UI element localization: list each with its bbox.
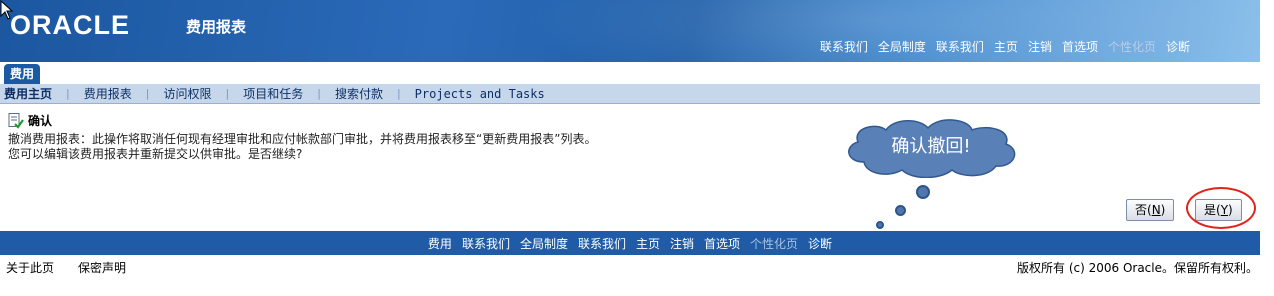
- global-nav-contact-us[interactable]: 联系我们: [820, 38, 868, 55]
- subnav-expenses-home[interactable]: 费用主页: [4, 85, 52, 102]
- sub-navigation: 费用主页 | 费用报表 | 访问权限 | 项目和任务 | 搜索付款 | Proj…: [0, 84, 1260, 104]
- subnav-separator: |: [225, 87, 230, 100]
- subnav-separator: |: [66, 87, 70, 100]
- confirmation-text: 撤消费用报表：此操作将取消任何现有经理审批和应付帐款部门审批，并将费用报表移至“…: [8, 132, 597, 161]
- confirmation-check-icon: [8, 112, 24, 129]
- footer-links: 关于此页 保密声明: [6, 259, 126, 276]
- no-button-close: ): [1160, 203, 1166, 217]
- subnav-projects-tasks-cn[interactable]: 项目和任务: [243, 85, 303, 102]
- global-nav-personalize: 个性化页: [1107, 40, 1156, 54]
- confirmation-message: 确认 撤消费用报表：此操作将取消任何现有经理审批和应付帐款部门审批，并将费用报表…: [8, 112, 598, 162]
- no-button[interactable]: 否(N): [1126, 199, 1175, 221]
- confirmation-title: 确认: [28, 114, 53, 128]
- subnav-projects-tasks[interactable]: Projects and Tasks: [415, 87, 545, 101]
- oracle-logo: ORACLE: [10, 10, 130, 40]
- subnav-separator: |: [396, 87, 401, 100]
- footer-nav-personalize: 个性化页: [750, 236, 799, 251]
- footer-nav-bar: 费用 联系我们 全局制度 联系我们 主页 注销 首选项 个性化页 诊断: [0, 231, 1260, 255]
- about-this-page-link[interactable]: 关于此页: [6, 259, 54, 276]
- subnav-expense-reports[interactable]: 费用报表: [84, 85, 132, 102]
- global-nav-global-policy[interactable]: 全局制度: [878, 38, 926, 55]
- subnav-access-rights[interactable]: 访问权限: [163, 85, 211, 102]
- global-nav: 联系我们 全局制度 联系我们 主页 注销 首选项 个性化页 诊断: [820, 38, 1190, 55]
- footer-nav-contact-us[interactable]: 联系我们: [462, 235, 510, 252]
- footer-nav-global-policy[interactable]: 全局制度: [520, 235, 568, 252]
- mouse-cursor-icon: [0, 0, 14, 20]
- subnav-separator: |: [145, 87, 150, 100]
- global-nav-logout[interactable]: 注销: [1028, 38, 1052, 55]
- global-nav-contact-us-2[interactable]: 联系我们: [936, 38, 984, 55]
- footer-nav-contact-us-2[interactable]: 联系我们: [578, 235, 626, 252]
- subnav-search-payments[interactable]: 搜索付款: [335, 85, 383, 102]
- privacy-statement-link[interactable]: 保密声明: [78, 259, 126, 276]
- subnav-separator: |: [317, 87, 321, 100]
- footer-nav-diagnostics[interactable]: 诊断: [808, 235, 832, 252]
- app-title: 费用报表: [186, 18, 247, 36]
- no-button-label: 否(: [1135, 203, 1152, 217]
- footer-nav-preferences[interactable]: 首选项: [704, 235, 740, 252]
- global-nav-diagnostics[interactable]: 诊断: [1166, 38, 1190, 55]
- header-banner: ORACLE 费用报表 联系我们 全局制度 联系我们 主页 注销 首选项 个性化…: [0, 0, 1260, 62]
- callout-dot-medium: [895, 205, 906, 216]
- copyright-text: 版权所有 (c) 2006 Oracle。保留所有权利。: [1017, 261, 1258, 275]
- confirmation-header: 确认: [8, 112, 598, 129]
- footer-nav-logout[interactable]: 注销: [670, 235, 694, 252]
- callout-text: 确认撤回!: [891, 136, 971, 157]
- tab-row: 费用: [0, 62, 1260, 84]
- no-button-accesskey: N: [1151, 203, 1161, 217]
- yes-button-highlight-circle: [1186, 187, 1256, 229]
- global-nav-preferences[interactable]: 首选项: [1062, 38, 1098, 55]
- global-nav-home[interactable]: 主页: [994, 38, 1018, 55]
- tab-expenses[interactable]: 费用: [4, 64, 41, 84]
- footer-nav-home[interactable]: 主页: [636, 235, 660, 252]
- callout-dot-large: [916, 185, 930, 199]
- footer-nav-expenses[interactable]: 费用: [428, 235, 452, 252]
- callout-dot-small: [876, 221, 884, 229]
